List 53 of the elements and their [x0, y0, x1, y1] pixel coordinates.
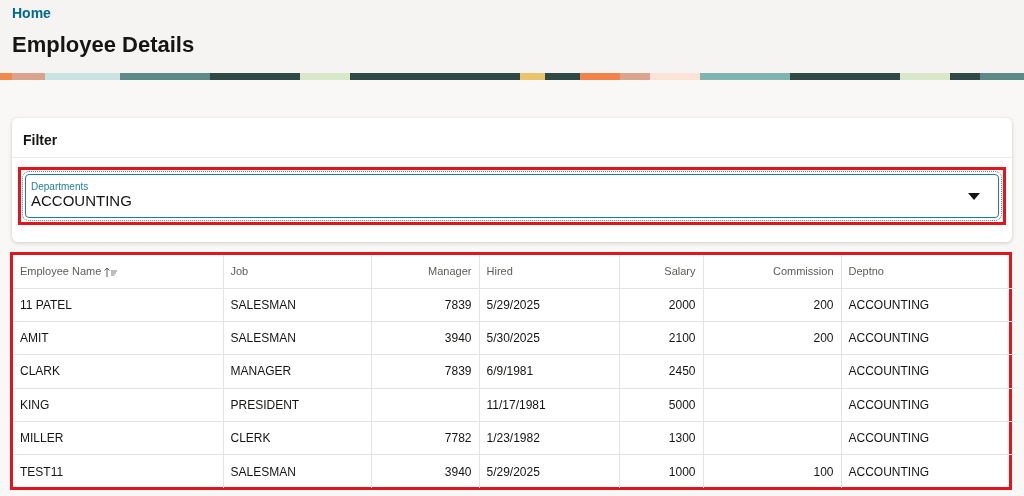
sort-icon [104, 267, 118, 278]
table-cell: 2100 [619, 321, 703, 355]
caret-icon [968, 192, 980, 200]
table-cell: 1300 [619, 421, 703, 455]
table-cell: ACCOUNTING [841, 354, 1015, 389]
table-cell: 7839 [371, 288, 479, 322]
table-cell: 200 [703, 321, 841, 355]
table-cell: 3940 [371, 454, 479, 489]
table-cell: 100 [703, 454, 841, 489]
table-cell: PRESIDENT [223, 388, 371, 422]
table-cell: 5/29/2025 [479, 288, 619, 322]
column-header[interactable]: Salary [619, 255, 703, 288]
table-cell: 5/29/2025 [479, 454, 619, 489]
table-cell: SALESMAN [223, 288, 371, 322]
table-cell: 1000 [619, 454, 703, 489]
table-cell: 2000 [619, 288, 703, 322]
table-cell: AMIT [13, 321, 223, 355]
column-header[interactable]: Manager [371, 255, 479, 288]
table-cell: 11/17/1981 [479, 388, 619, 422]
column-header[interactable]: Deptno [841, 255, 1015, 288]
table-cell: 7839 [371, 354, 479, 389]
table-cell: ACCOUNTING [841, 454, 1015, 489]
column-header[interactable]: Commission [703, 255, 841, 288]
table-cell: CLERK [223, 421, 371, 455]
field-label: Departments [31, 182, 90, 192]
table-cell: SALESMAN [223, 321, 371, 355]
table-cell: ACCOUNTING [841, 388, 1015, 422]
column-header[interactable]: Job [223, 255, 371, 288]
card-title: Filter [12, 118, 1012, 158]
field-value: ACCOUNTING [31, 192, 133, 210]
table-cell: ACCOUNTING [841, 321, 1015, 355]
column-header[interactable]: Hired [479, 255, 619, 288]
column-header[interactable]: Employee Name [13, 255, 223, 288]
table-cell: ACCOUNTING [841, 288, 1015, 322]
table-cell: TEST11 [13, 454, 223, 489]
page-title: Employee Details [12, 32, 196, 59]
table-cell: 5/30/2025 [479, 321, 619, 355]
table-cell: 7782 [371, 421, 479, 455]
table-cell: 1/23/1982 [479, 421, 619, 455]
table-cell: 11 PATEL [13, 288, 223, 322]
breadcrumb-link[interactable]: Home [12, 5, 51, 21]
table-cell: 6/9/1981 [479, 354, 619, 389]
table-cell: KING [13, 388, 223, 422]
table-cell: 3940 [371, 321, 479, 355]
table-cell: 200 [703, 288, 841, 322]
table-cell: SALESMAN [223, 454, 371, 489]
table-cell: CLARK [13, 354, 223, 389]
dropdown-field[interactable]: Departments ACCOUNTING [25, 174, 999, 218]
table-cell: MANAGER [223, 354, 371, 389]
table-cell: MILLER [13, 421, 223, 455]
table-cell: 5000 [619, 388, 703, 422]
table-cell: ACCOUNTING [841, 421, 1015, 455]
table-cell: 2450 [619, 354, 703, 389]
